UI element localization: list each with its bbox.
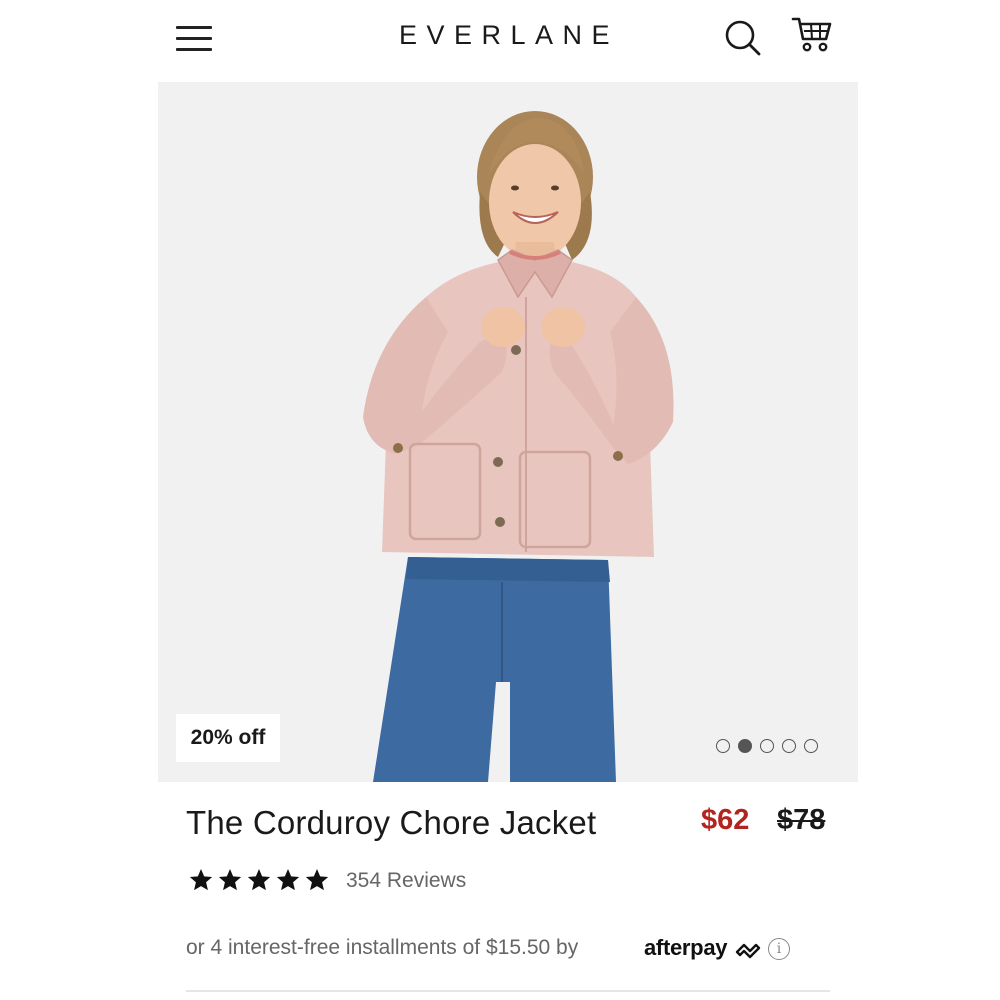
- installments-text: or 4 interest-free installments of $15.5…: [186, 936, 579, 959]
- section-divider: [186, 990, 830, 992]
- search-icon[interactable]: [722, 17, 762, 57]
- star-icon: [305, 868, 329, 891]
- afterpay-logo: afterpay: [644, 935, 728, 960]
- afterpay-arrows-icon: [735, 943, 761, 959]
- product-image-carousel[interactable]: 20% off: [158, 82, 858, 782]
- carousel-dot[interactable]: [782, 739, 796, 753]
- original-price: $78: [777, 804, 826, 836]
- cart-icon[interactable]: [790, 14, 834, 56]
- rating-stars[interactable]: [188, 867, 330, 893]
- info-icon[interactable]: i: [768, 938, 790, 960]
- carousel-pagination: [716, 739, 818, 753]
- star-icon: [218, 868, 242, 891]
- carousel-dot[interactable]: [716, 739, 730, 753]
- carousel-dot[interactable]: [760, 739, 774, 753]
- product-title: The Corduroy Chore Jacket: [186, 804, 597, 841]
- product-photo: [363, 111, 674, 782]
- carousel-dot[interactable]: [804, 739, 818, 753]
- discount-badge: 20% off: [176, 714, 280, 762]
- star-icon: [189, 868, 213, 891]
- sale-price: $62: [701, 804, 750, 836]
- top-navigation-bar: EVERLANE: [0, 0, 1000, 78]
- carousel-dot-active[interactable]: [738, 739, 752, 753]
- reviews-link[interactable]: 354 Reviews: [346, 869, 466, 893]
- brand-logo[interactable]: EVERLANE: [0, 20, 1000, 51]
- star-icon: [247, 868, 271, 891]
- star-icon: [276, 868, 300, 891]
